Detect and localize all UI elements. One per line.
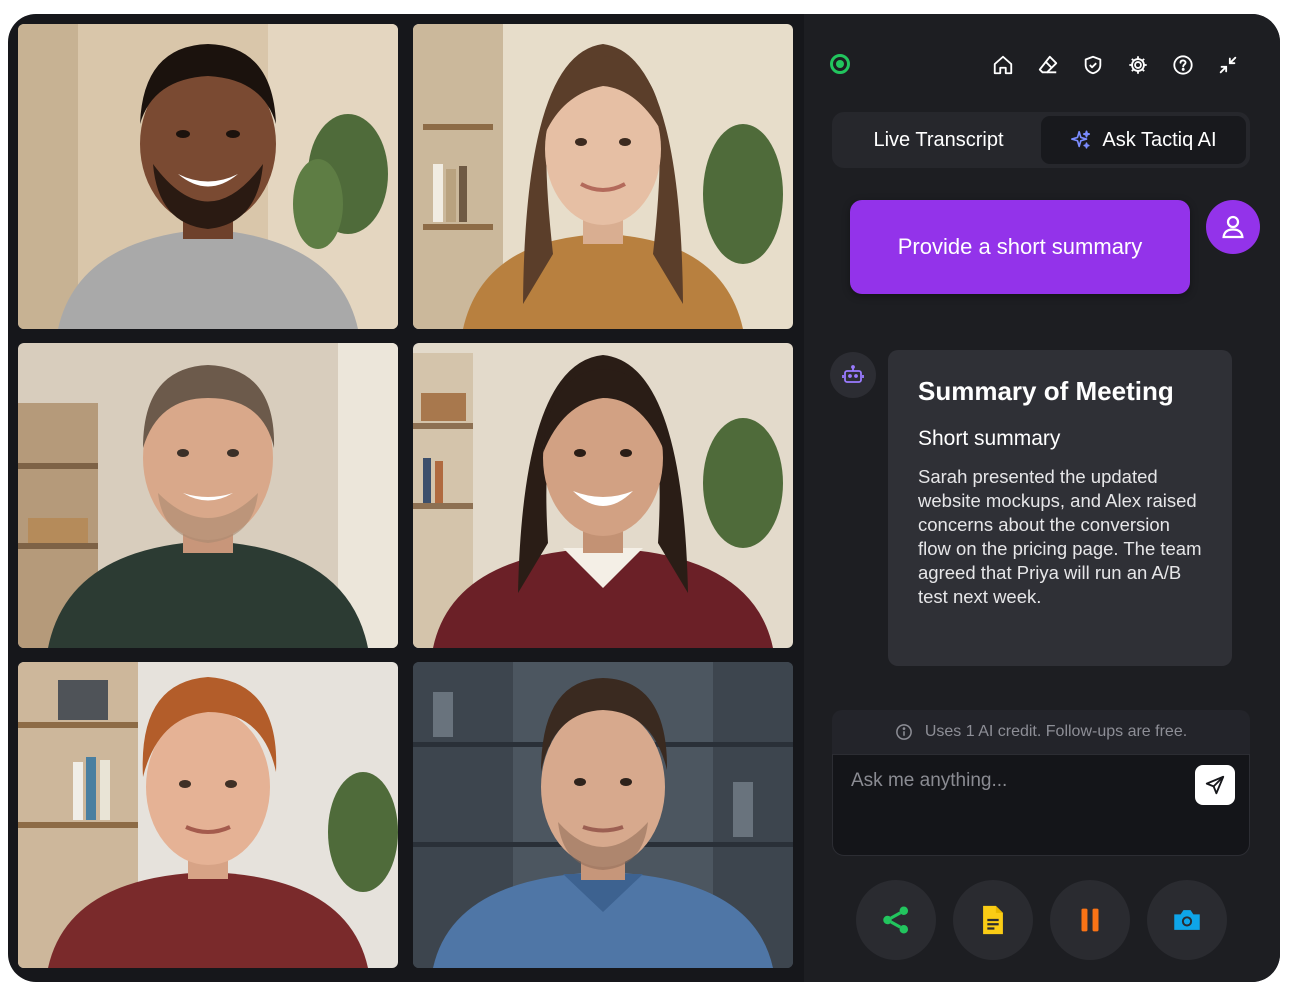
user-icon [1222,215,1244,239]
robot-icon [842,365,864,383]
info-icon [895,724,912,740]
participant-6-image [413,662,793,968]
participant-3-image [18,343,398,648]
recording-status-icon [830,54,850,74]
user-avatar [1206,200,1260,254]
document-icon [983,905,1003,935]
participant-4-image [413,343,793,648]
gear-icon[interactable] [1125,52,1150,77]
send-button[interactable] [1195,765,1235,805]
notes-button[interactable] [953,880,1033,960]
participant-video-6[interactable] [413,662,793,968]
shield-icon[interactable] [1080,52,1105,77]
help-icon[interactable] [1170,52,1195,77]
ask-input-container [832,754,1250,856]
eraser-icon[interactable] [1035,52,1060,77]
home-icon[interactable] [990,52,1015,77]
user-message-text: Provide a short summary [897,234,1143,259]
participant-video-2[interactable] [413,24,793,329]
ai-side-panel: Live Transcript Ask Tactiq AI Provide a … [804,14,1280,982]
participant-5-image [18,662,398,968]
share-icon [883,906,909,934]
screenshot-button[interactable] [1147,880,1227,960]
user-message: Provide a short summary [850,200,1190,294]
tab-live-transcript[interactable]: Live Transcript [836,116,1041,164]
participant-2-image [413,24,793,329]
ai-response-subtitle: Short summary [918,427,1061,450]
tab-ask-tactiq-ai[interactable]: Ask Tactiq AI [1041,116,1246,164]
panel-tabs: Live Transcript Ask Tactiq AI [832,112,1250,168]
participant-1-image [18,24,398,329]
action-bar [856,880,1227,960]
participant-video-1[interactable] [18,24,398,329]
ai-response-title: Summary of Meeting [918,376,1174,406]
credit-notice: Uses 1 AI credit. Follow-ups are free. [832,710,1250,754]
ai-response-body: Sarah presented the updated website mock… [918,466,1202,607]
participant-video-5[interactable] [18,662,398,968]
credit-notice-text: Uses 1 AI credit. Follow-ups are free. [924,723,1188,740]
ask-input[interactable] [849,763,1173,799]
bot-avatar [830,352,876,398]
panel-toolbar [990,52,1240,77]
share-button[interactable] [856,880,936,960]
sparkle-icon [1071,130,1091,149]
pause-icon [1081,908,1099,932]
participant-video-3[interactable] [18,343,398,648]
ai-response: Summary of Meeting Short summary Sarah p… [888,350,1232,666]
tab-ask-tactiq-ai-label: Ask Tactiq AI [1102,128,1217,151]
collapse-icon[interactable] [1215,52,1240,77]
participant-video-4[interactable] [413,343,793,648]
meeting-window: Live Transcript Ask Tactiq AI Provide a … [8,14,1280,982]
video-grid [18,24,794,968]
camera-icon [1174,910,1200,930]
send-icon [1205,775,1225,795]
pause-button[interactable] [1050,880,1130,960]
tab-live-transcript-label: Live Transcript [873,128,1004,151]
